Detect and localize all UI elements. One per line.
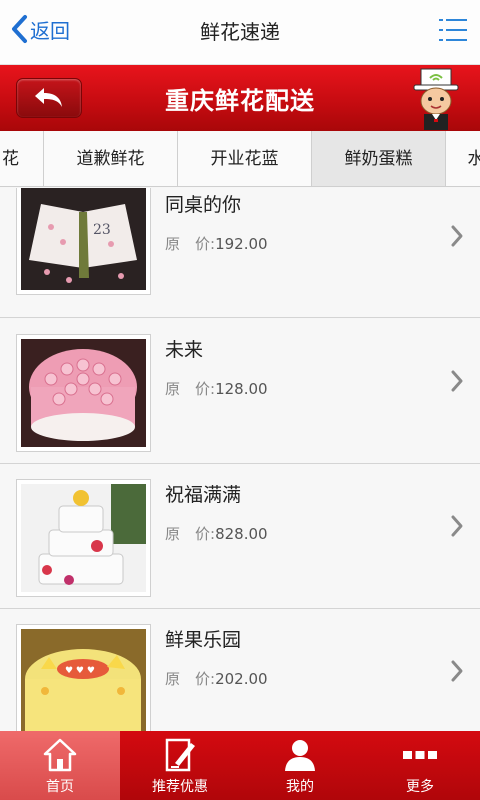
top-navigation-bar: 返回 鲜花速递 [0, 0, 480, 65]
category-tabs: 花 道歉鲜花 开业花蓝 鲜奶蛋糕 水 [0, 131, 480, 187]
list-menu-icon[interactable] [438, 16, 468, 44]
tab-opening-baskets[interactable]: 开业花蓝 [178, 131, 312, 186]
price-label: 原 价: [165, 380, 216, 398]
tab-fruit[interactable]: 水 [446, 131, 480, 186]
product-image: ♥ ♥ ♥ [16, 624, 151, 731]
product-name: 未来 [165, 339, 204, 361]
chevron-right-icon [451, 225, 463, 247]
price-value: 202.00 [215, 670, 268, 688]
tab-flowers[interactable]: 花 [0, 131, 44, 186]
price-value: 192.00 [215, 235, 268, 253]
product-price: 原 价:128.00 [165, 378, 268, 399]
tab-fresh-cream-cakes[interactable]: 鲜奶蛋糕 [312, 131, 446, 186]
book-cake-image: 23 [21, 188, 146, 290]
product-item[interactable]: 23 同桌的你 原 价:192.00 [0, 188, 480, 318]
product-name: 同桌的你 [165, 194, 242, 216]
price-label: 原 价: [165, 525, 216, 543]
chevron-right-icon [451, 370, 463, 392]
chevron-right-icon [451, 515, 463, 537]
rose-cake-image [21, 339, 146, 447]
mascot-icon [413, 68, 459, 130]
back-button[interactable]: 返回 [10, 12, 70, 46]
price-value: 128.00 [215, 380, 268, 398]
price-value: 828.00 [215, 525, 268, 543]
nav-mine-label: 我的 [286, 779, 314, 795]
product-name: 鲜果乐园 [165, 629, 242, 651]
product-item[interactable]: 祝福满满 原 价:828.00 [0, 464, 480, 609]
nav-more[interactable]: 更多 [360, 731, 480, 800]
header-banner: 重庆鲜花配送 [0, 65, 480, 131]
back-label: 返回 [30, 18, 70, 43]
chevron-left-icon [12, 15, 27, 43]
home-icon [43, 738, 77, 772]
product-item[interactable]: 未来 原 价:128.00 [0, 319, 480, 464]
product-image [16, 334, 151, 452]
fruit-cake-image: ♥ ♥ ♥ [21, 629, 146, 731]
product-price: 原 价:202.00 [165, 668, 268, 689]
user-icon [285, 740, 315, 771]
product-image: 23 [16, 188, 151, 295]
price-label: 原 价: [165, 670, 216, 688]
nav-more-label: 更多 [406, 779, 434, 795]
svg-text:♥ ♥ ♥: ♥ ♥ ♥ [65, 666, 95, 676]
edit-icon [165, 738, 195, 772]
product-name: 祝福满满 [165, 484, 242, 506]
price-label: 原 价: [165, 235, 216, 253]
product-price: 原 价:192.00 [165, 233, 268, 254]
nav-recommend-label: 推荐优惠 [152, 779, 208, 795]
bottom-tab-bar: 首页 推荐优惠 我的 更多 [0, 731, 480, 800]
product-list: 23 同桌的你 原 价:192.00 未来 原 价:128.00 祝福满满 原 … [0, 188, 480, 731]
nav-home[interactable]: 首页 [0, 731, 120, 800]
product-price: 原 价:828.00 [165, 523, 268, 544]
svg-text:23: 23 [93, 222, 111, 238]
chevron-right-icon [451, 660, 463, 682]
tab-apology-flowers[interactable]: 道歉鲜花 [44, 131, 178, 186]
page-title: 鲜花速递 [200, 20, 280, 44]
nav-home-label: 首页 [46, 779, 74, 795]
nav-recommend[interactable]: 推荐优惠 [120, 731, 240, 800]
tiered-cake-image [21, 484, 146, 592]
product-image [16, 479, 151, 597]
more-icon [403, 751, 437, 759]
product-item[interactable]: ♥ ♥ ♥ 鲜果乐园 原 价:202.00 [0, 609, 480, 731]
nav-mine[interactable]: 我的 [240, 731, 360, 800]
